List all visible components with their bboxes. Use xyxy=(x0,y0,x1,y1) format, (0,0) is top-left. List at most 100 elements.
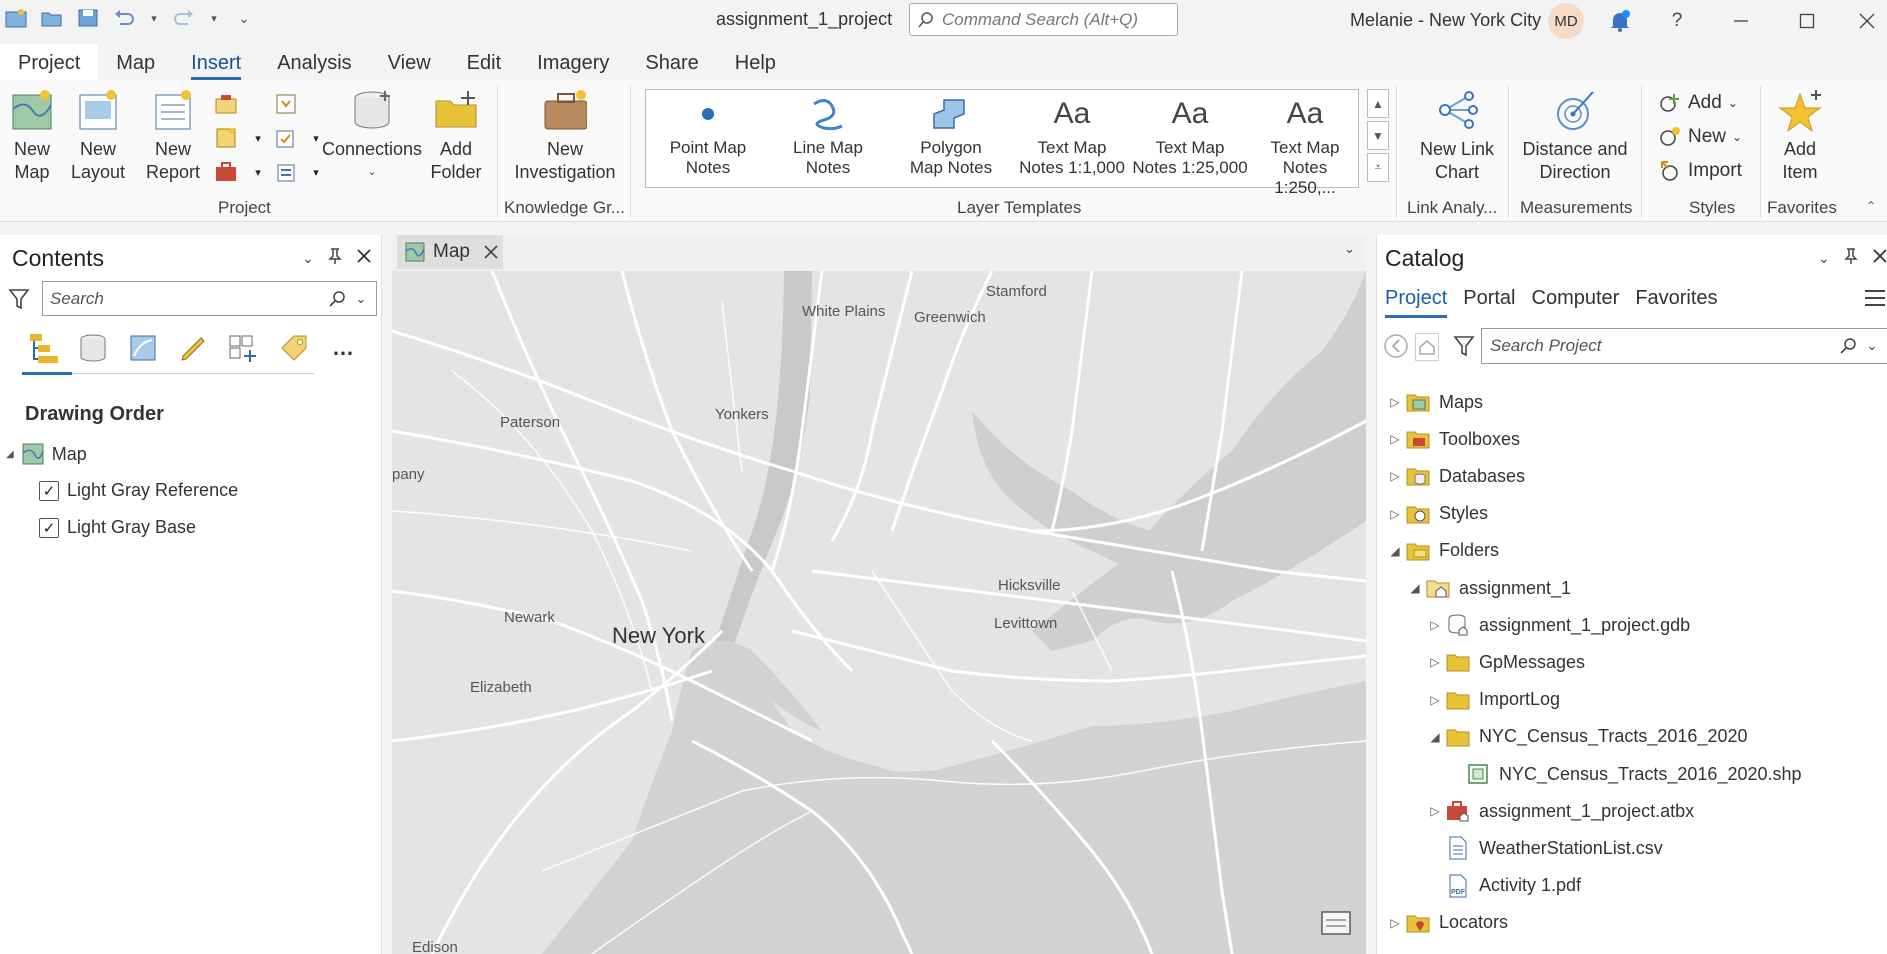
hamburger-menu-icon[interactable] xyxy=(1863,287,1887,314)
close-pane-icon[interactable] xyxy=(356,248,372,269)
list-by-selection-icon[interactable] xyxy=(128,331,158,365)
list-by-editing-icon[interactable] xyxy=(178,331,208,365)
add-item-button[interactable]: Add Item xyxy=(1770,88,1830,184)
expand-triangle-icon[interactable]: ▷ xyxy=(1385,916,1405,930)
catalog-tree-item[interactable]: ▷ Toolboxes xyxy=(1385,424,1520,454)
expand-triangle-icon[interactable]: ▷ xyxy=(1385,469,1405,483)
expand-triangle-icon[interactable]: ▷ xyxy=(1385,432,1405,446)
search-options-chevron-icon[interactable]: ⌄ xyxy=(1857,338,1887,354)
new-report-button[interactable]: New Report xyxy=(142,88,204,184)
add-toolbox-red-icon[interactable] xyxy=(212,158,240,186)
catalog-tree-item[interactable]: ◢ NYC_Census_Tracts_2016_2020 xyxy=(1425,722,1748,752)
new-link-chart-button[interactable]: New Link Chart xyxy=(1402,88,1512,184)
catalog-tree-item[interactable]: ▷ assignment_1_project.gdb xyxy=(1425,610,1690,640)
dropdown-arrow-icon[interactable]: ▾ xyxy=(244,124,272,152)
catalog-tree-item[interactable]: NYC_Census_Tracts_2016_2020.shp xyxy=(1445,759,1802,789)
redo-dropdown-icon[interactable]: ▾ xyxy=(208,6,220,30)
tab-map[interactable]: Map xyxy=(98,44,173,80)
catalog-tree-item[interactable]: ▷ Databases xyxy=(1385,461,1525,491)
tab-view[interactable]: View xyxy=(370,44,449,80)
layer-visibility-checkbox[interactable]: ✓ xyxy=(39,517,59,538)
tab-edit[interactable]: Edit xyxy=(449,44,519,80)
tab-share[interactable]: Share xyxy=(627,44,716,80)
catalog-tree-item[interactable]: ▷ assignment_1_project.atbx xyxy=(1425,796,1694,826)
catalog-tree-item[interactable]: ▷ Locators xyxy=(1385,908,1508,938)
redo-icon[interactable] xyxy=(172,6,196,30)
add-toolbox-icon[interactable] xyxy=(212,90,240,118)
undo-dropdown-icon[interactable]: ▾ xyxy=(148,6,160,30)
collapse-triangle-icon[interactable]: ◢ xyxy=(1425,730,1445,744)
catalog-tab-favorites[interactable]: Favorites xyxy=(1635,287,1717,316)
line-map-notes-item[interactable]: Line Map Notes xyxy=(780,90,876,178)
pane-options-chevron-icon[interactable]: ⌄ xyxy=(1818,250,1830,267)
tab-help[interactable]: Help xyxy=(717,44,794,80)
map-canvas[interactable]: Stamford White Plains Greenwich Yonkers … xyxy=(392,271,1366,954)
catalog-tree-item[interactable]: ▷ Maps xyxy=(1385,387,1483,417)
new-layout-button[interactable]: New Layout xyxy=(71,88,125,184)
filter-icon[interactable] xyxy=(1453,334,1475,363)
search-icon[interactable] xyxy=(1839,337,1857,355)
gallery-expand-icon[interactable]: ⩡ xyxy=(1367,153,1389,182)
list-by-source-icon[interactable] xyxy=(78,331,108,365)
distance-and-direction-button[interactable]: Distance and Direction xyxy=(1516,88,1634,184)
help-icon[interactable]: ? xyxy=(1664,8,1690,34)
map-navigator-icon[interactable] xyxy=(1320,909,1352,942)
expand-triangle-icon[interactable]: ▷ xyxy=(1385,507,1405,521)
view-options-chevron-icon[interactable]: ⌄ xyxy=(1344,241,1355,257)
catalog-search-input[interactable]: Search Project ⌄ xyxy=(1481,328,1887,364)
search-options-chevron-icon[interactable]: ⌄ xyxy=(346,291,376,307)
catalog-tab-computer[interactable]: Computer xyxy=(1532,287,1620,316)
gallery-scroll-down-icon[interactable]: ▼ xyxy=(1367,121,1389,150)
expand-triangle-icon[interactable]: ▷ xyxy=(1425,618,1445,632)
close-window-icon[interactable] xyxy=(1854,8,1880,34)
more-options-icon[interactable]: … xyxy=(328,331,358,365)
list-by-labeling-icon[interactable] xyxy=(278,331,308,365)
connections-button[interactable]: Connections ⌄ xyxy=(322,88,422,184)
tab-insert[interactable]: Insert xyxy=(173,44,259,80)
contents-search-input[interactable]: Search ⌄ xyxy=(42,281,377,316)
save-project-icon[interactable] xyxy=(76,6,100,30)
tab-analysis[interactable]: Analysis xyxy=(259,44,369,80)
add-task-icon[interactable] xyxy=(272,124,300,152)
layer-visibility-checkbox[interactable]: ✓ xyxy=(39,480,59,501)
catalog-tree-item[interactable]: ▷ ImportLog xyxy=(1425,685,1560,715)
catalog-tree-item[interactable]: ◢ assignment_1 xyxy=(1405,573,1571,603)
point-map-notes-item[interactable]: Point Map Notes xyxy=(660,90,756,178)
command-search-box[interactable]: Command Search (Alt+Q) xyxy=(909,3,1178,36)
map-tree-item[interactable]: ◢ Map xyxy=(6,443,87,465)
add-notebook-icon[interactable] xyxy=(212,124,240,152)
pin-icon[interactable] xyxy=(1843,247,1858,270)
close-tab-icon[interactable] xyxy=(484,245,498,259)
import-style-button[interactable]: Import xyxy=(1658,160,1742,182)
undo-icon[interactable] xyxy=(112,6,136,30)
map-view-tab[interactable]: Map xyxy=(397,235,503,269)
catalog-tree-item[interactable]: ▷ Styles xyxy=(1385,499,1488,529)
notifications-bell-icon[interactable] xyxy=(1607,8,1633,34)
dropdown-arrow-icon[interactable]: ▾ xyxy=(244,158,272,186)
customize-toolbar-icon[interactable]: ⌄ xyxy=(232,6,256,30)
collapse-ribbon-icon[interactable]: ⌃ xyxy=(1857,192,1885,220)
expand-triangle-icon[interactable]: ▷ xyxy=(1425,804,1445,818)
new-map-button[interactable]: New Map xyxy=(6,88,58,184)
import-map-icon[interactable] xyxy=(272,90,300,118)
pin-icon[interactable] xyxy=(327,247,342,270)
tab-project[interactable]: Project xyxy=(0,44,99,80)
catalog-tab-portal[interactable]: Portal xyxy=(1463,287,1515,316)
layer-item[interactable]: ✓ Light Gray Base xyxy=(39,517,196,538)
catalog-tree-item[interactable]: ◢ Folders xyxy=(1385,536,1499,566)
expand-triangle-icon[interactable]: ▷ xyxy=(1385,395,1405,409)
user-portal-label[interactable]: Melanie - New York City xyxy=(1350,10,1541,31)
text-map-notes-250000-item[interactable]: Aa Text Map Notes 1:250,... xyxy=(1252,90,1358,198)
minimize-window-icon[interactable] xyxy=(1728,8,1754,34)
pane-options-chevron-icon[interactable]: ⌄ xyxy=(302,250,314,267)
text-map-notes-25000-item[interactable]: Aa Text Map Notes 1:25,000 xyxy=(1130,90,1250,178)
expand-triangle-icon[interactable]: ▷ xyxy=(1425,693,1445,707)
catalog-tree-item[interactable]: ▷ GpMessages xyxy=(1425,647,1585,677)
new-project-icon[interactable] xyxy=(4,6,28,30)
list-by-drawing-order-icon[interactable] xyxy=(28,331,58,365)
maximize-window-icon[interactable] xyxy=(1794,8,1820,34)
back-icon[interactable] xyxy=(1383,333,1409,364)
close-pane-icon[interactable] xyxy=(1872,248,1887,269)
tab-imagery[interactable]: Imagery xyxy=(519,44,627,80)
collapse-triangle-icon[interactable]: ◢ xyxy=(1385,544,1405,558)
